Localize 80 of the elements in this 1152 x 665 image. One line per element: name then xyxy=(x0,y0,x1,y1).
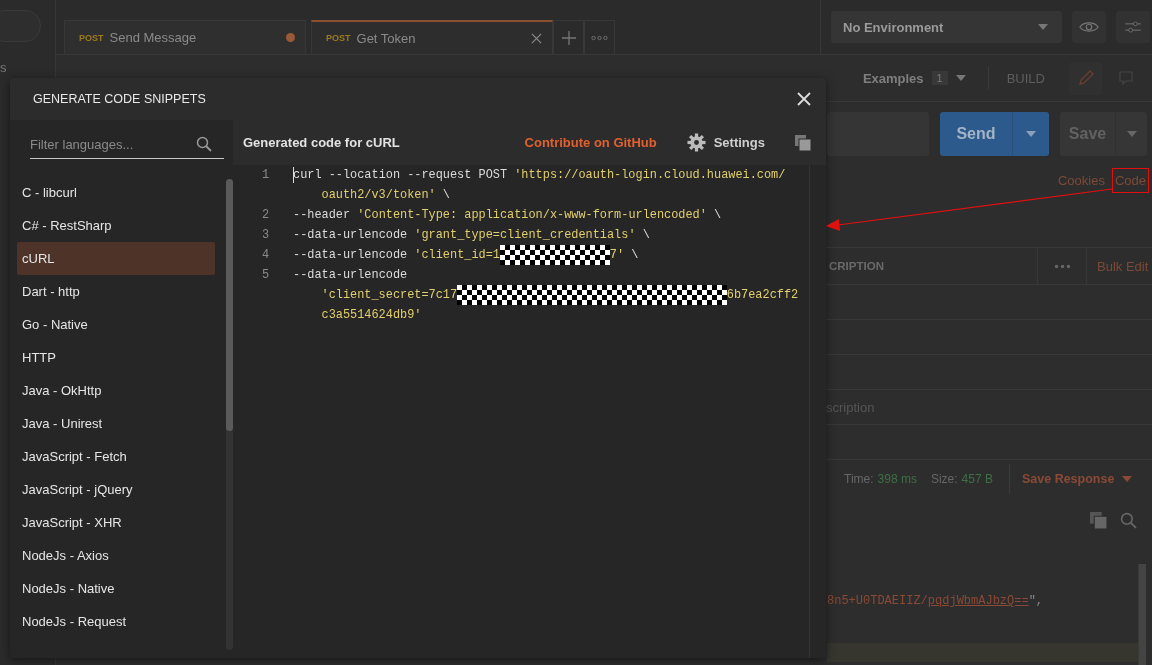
language-item[interactable]: NodeJs - Native xyxy=(17,572,216,605)
eye-button[interactable] xyxy=(1072,11,1106,43)
environment-dropdown[interactable]: No Environment xyxy=(831,11,1062,43)
more-tabs-button[interactable] xyxy=(584,20,615,54)
scrollbar-thumb[interactable] xyxy=(226,179,233,431)
more-icon xyxy=(591,34,608,41)
caret-icon xyxy=(1026,131,1036,137)
tab-label: Send Message xyxy=(109,30,197,45)
code-text: oauth2/v3/token' xyxy=(321,187,436,204)
search-icon xyxy=(196,136,212,152)
line-number: 2 xyxy=(261,207,271,224)
copy-icon[interactable] xyxy=(1090,511,1107,529)
time-value: 398 ms xyxy=(877,472,917,486)
language-item[interactable]: JavaScript - Fetch xyxy=(17,440,216,473)
examples-count: 1 xyxy=(931,71,948,85)
more-icon xyxy=(1053,263,1071,269)
dialog-title: GENERATE CODE SNIPPETS xyxy=(33,92,206,106)
code-text: curl --location --request POST xyxy=(293,167,509,184)
response-text: 8n5+U0TDAEIIZ/ xyxy=(827,594,928,608)
caret-icon[interactable] xyxy=(1122,476,1133,482)
caret-icon[interactable] xyxy=(955,75,966,81)
code-text: 'grant_type=client_credentials' xyxy=(414,227,636,244)
code-text: \ xyxy=(441,187,450,204)
time-label: Time: xyxy=(844,472,874,486)
language-item[interactable]: Java - OkHttp xyxy=(17,374,216,407)
code-text: \ xyxy=(630,247,639,264)
code-text: \ xyxy=(641,227,650,244)
language-item[interactable]: NodeJs - Request xyxy=(17,605,216,638)
language-item[interactable]: C# - RestSharp xyxy=(17,209,216,242)
copy-icon[interactable] xyxy=(795,134,811,151)
language-item[interactable]: Go - Native xyxy=(17,308,216,341)
request-tab[interactable]: POST Send Message xyxy=(64,20,306,54)
caret-icon xyxy=(1038,24,1048,30)
code-text: 'https://oauth-login.cloud.huawei.com/ xyxy=(514,167,786,184)
code-text: 'Content-Type: application/x-www-form-urlencoded' xyxy=(357,207,707,224)
line-number: 1 xyxy=(261,167,271,184)
language-item[interactable]: cURL xyxy=(17,242,216,275)
code-text: --data-urlencode xyxy=(293,247,409,264)
line-number: 4 xyxy=(261,247,271,264)
column-header: CRIPTION xyxy=(829,260,885,272)
language-item[interactable]: C - libcurl xyxy=(17,176,216,209)
caret-icon xyxy=(1126,131,1137,137)
tab-label: Get Token xyxy=(356,30,416,46)
code-text: 'client_id=1 xyxy=(414,247,500,264)
code-text: --header xyxy=(293,207,352,224)
sliders-icon xyxy=(1123,20,1143,34)
settings-button[interactable]: Settings xyxy=(686,133,765,152)
code-text: c3a5514624db9' xyxy=(321,307,422,324)
size-label: Size: xyxy=(930,472,958,486)
size-value: 457 B xyxy=(961,472,993,486)
language-item[interactable]: NodeJs - Axios xyxy=(17,539,216,572)
request-tab[interactable]: POST Get Token xyxy=(311,20,553,54)
plus-icon xyxy=(561,30,576,45)
gear-icon xyxy=(686,133,706,152)
new-tab-button[interactable] xyxy=(553,20,584,54)
language-item[interactable]: Java - Unirest xyxy=(17,407,216,440)
eye-icon xyxy=(1079,20,1099,34)
line-number: 5 xyxy=(261,267,271,284)
response-text: ", xyxy=(1028,594,1044,608)
settings-button[interactable] xyxy=(1116,11,1150,43)
pencil-icon xyxy=(1077,70,1094,86)
code-text: 7' xyxy=(609,247,625,264)
code-text: 6b7ea2cff2 xyxy=(726,287,799,304)
line-number: 3 xyxy=(261,227,271,244)
filter-field[interactable]: Filter languages... xyxy=(30,130,224,159)
search-icon[interactable] xyxy=(1120,511,1137,529)
response-text: pqdjWbmAJbzQ== xyxy=(927,594,1029,608)
contribute-link[interactable]: Contribute on GitHub xyxy=(524,135,657,150)
code-text: --data-urlencode xyxy=(293,227,409,244)
code-title: Generated code for cURL xyxy=(243,135,400,150)
code-text: 'client_secret=7c17 xyxy=(321,287,458,304)
more-button[interactable] xyxy=(1037,248,1087,284)
language-item[interactable]: Dart - http xyxy=(17,275,216,308)
code-text: --data-urlencode xyxy=(293,267,408,284)
language-item[interactable]: JavaScript - XHR xyxy=(17,506,216,539)
language-item[interactable]: JavaScript - jQuery xyxy=(17,473,216,506)
method-label: POST xyxy=(326,33,351,43)
language-item[interactable]: HTTP xyxy=(17,341,216,374)
code-text: \ xyxy=(713,207,722,224)
method-label: POST xyxy=(79,32,104,43)
